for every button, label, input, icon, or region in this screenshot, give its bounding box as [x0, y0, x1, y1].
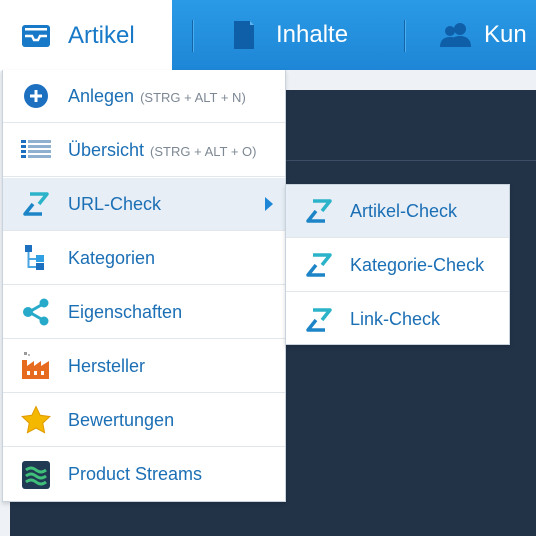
- menu-item-product-streams[interactable]: Product Streams: [3, 448, 285, 501]
- menu-item-kategorien[interactable]: Kategorien: [3, 232, 285, 285]
- url-check-icon: [302, 303, 336, 337]
- submenu-item-kategorie-check[interactable]: Kategorie-Check: [286, 239, 509, 292]
- url-check-icon: [302, 194, 336, 228]
- top-nav-bar: Artikel Inhalte Kun: [0, 0, 536, 71]
- submenu-item-label: Link-Check: [350, 309, 441, 329]
- submenu-item-artikel-check[interactable]: Artikel-Check: [286, 185, 509, 238]
- submenu-item-link-check[interactable]: Link-Check: [286, 293, 509, 346]
- menu-item-anlegen[interactable]: Anlegen (STRG + ALT + N): [3, 70, 285, 123]
- plus-circle-icon: [19, 79, 53, 113]
- divider: [285, 160, 536, 161]
- document-icon: [226, 17, 262, 53]
- streams-icon: [19, 458, 53, 492]
- tab-label: Inhalte: [276, 21, 349, 48]
- list-icon: [19, 133, 53, 167]
- menu-item-uebersicht[interactable]: Übersicht (STRG + ALT + O): [3, 124, 285, 177]
- url-check-submenu: Artikel-Check Kategorie-Check Link-Check: [285, 184, 510, 345]
- menu-item-label: Eigenschaften: [68, 301, 183, 322]
- tab-separator: [192, 20, 193, 52]
- shortcut-hint: (STRG + ALT + O): [150, 143, 257, 159]
- menu-item-label: Product Streams: [68, 464, 203, 484]
- menu-item-label: Bewertungen: [68, 409, 175, 430]
- url-check-icon: [302, 248, 336, 282]
- category-tree-icon: [19, 241, 53, 275]
- factory-icon: [19, 349, 53, 383]
- tab-label: Kun: [484, 21, 527, 48]
- tab-inhalte[interactable]: Inhalte: [226, 0, 348, 70]
- tab-kunden[interactable]: Kun: [438, 0, 527, 70]
- submenu-item-label: Artikel-Check: [350, 200, 458, 221]
- share-nodes-icon: [19, 295, 53, 329]
- menu-item-url-check[interactable]: URL-Check: [3, 178, 285, 231]
- artikel-menu: Anlegen (STRG + ALT + N) Übersicht (STRG +…: [2, 70, 286, 502]
- submenu-item-label: Kategorie-Check: [350, 254, 485, 275]
- submenu-arrow-icon: [265, 197, 273, 211]
- menu-item-label: URL-Check: [68, 193, 162, 214]
- tab-artikel[interactable]: Artikel: [0, 0, 172, 71]
- inbox-tray-icon: [18, 18, 54, 54]
- menu-item-label: Anlegen: [68, 85, 135, 106]
- menu-item-label: Hersteller: [68, 355, 146, 376]
- shortcut-hint: (STRG + ALT + N): [140, 89, 246, 105]
- star-icon: [19, 403, 53, 437]
- menu-item-bewertungen[interactable]: Bewertungen: [3, 394, 285, 447]
- tab-separator: [404, 20, 405, 52]
- users-icon: [438, 17, 474, 53]
- url-check-icon: [19, 187, 53, 221]
- menu-item-label: Kategorien: [68, 247, 156, 268]
- menu-item-hersteller[interactable]: Hersteller: [3, 340, 285, 393]
- menu-item-label: Übersicht: [68, 139, 145, 160]
- tab-label: Artikel: [68, 21, 135, 49]
- menu-item-eigenschaften[interactable]: Eigenschaften: [3, 286, 285, 339]
